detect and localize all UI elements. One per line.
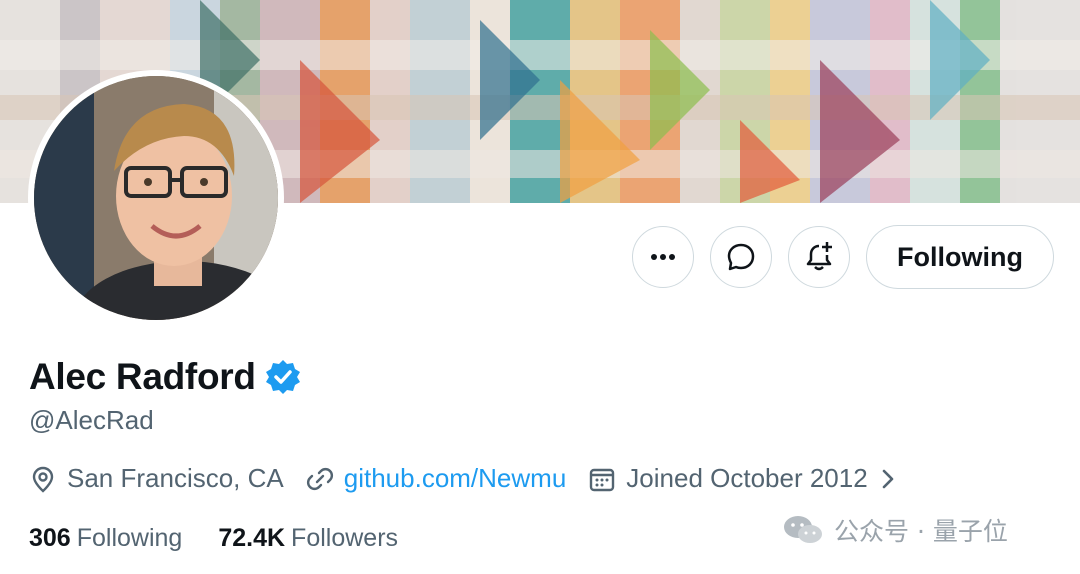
more-button[interactable] <box>632 226 695 288</box>
website-link[interactable]: github.com/Newmu <box>344 463 567 494</box>
website-item[interactable]: github.com/Newmu <box>306 463 567 494</box>
notifications-button[interactable] <box>788 226 851 288</box>
watermark-text: 公众号 · 量子位 <box>834 517 1008 546</box>
more-icon <box>651 254 676 260</box>
profile-counts: 306 Following 72.4K Followers <box>29 524 434 553</box>
profile-name: Alec Radford <box>29 356 256 397</box>
followers-count: 72.4K <box>218 524 286 552</box>
following-count: 306 <box>29 524 71 552</box>
profile-actions: Following <box>632 225 1054 289</box>
joined-text: Joined October 2012 <box>626 463 868 493</box>
joined-item[interactable]: Joined October 2012 <box>588 463 897 494</box>
followers-count-link[interactable]: 72.4K Followers <box>218 524 398 553</box>
following-count-link[interactable]: 306 Following <box>29 524 182 553</box>
profile-handle: @AlecRad <box>29 405 154 435</box>
chevron-right-icon <box>882 469 893 488</box>
message-icon <box>727 243 755 271</box>
location-item: San Francisco, CA <box>29 463 284 494</box>
profile-name-row: Alec Radford <box>29 356 302 398</box>
location-text: San Francisco, CA <box>67 463 284 493</box>
location-pin-icon <box>32 466 54 493</box>
following-label: Following <box>76 524 183 552</box>
profile-meta: San Francisco, CA github.com/Newmu Joine… <box>29 463 920 494</box>
watermark: 公众号 · 量子位 <box>782 512 1008 548</box>
verified-badge-icon[interactable] <box>264 358 302 396</box>
following-button[interactable]: Following <box>866 225 1054 289</box>
followers-label: Followers <box>291 524 399 552</box>
calendar-icon <box>590 468 615 491</box>
avatar[interactable] <box>28 70 284 326</box>
wechat-icon <box>784 516 822 543</box>
bell-plus-icon <box>806 242 833 271</box>
message-button[interactable] <box>710 226 773 288</box>
avatar-photo <box>34 76 278 320</box>
link-icon <box>306 467 333 490</box>
